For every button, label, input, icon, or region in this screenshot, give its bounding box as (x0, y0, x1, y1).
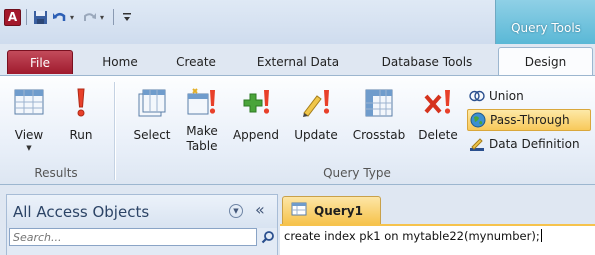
select-query-button[interactable]: Select (128, 80, 176, 160)
navigation-pane: All Access Objects ▼ « (6, 194, 278, 255)
crosstab-query-button[interactable]: Crosstab (348, 80, 410, 160)
tab-design[interactable]: Design (498, 47, 593, 76)
append-icon (243, 90, 270, 114)
run-exclamation-icon (77, 88, 85, 117)
quick-access-toolbar: A ▾ ▾ (4, 7, 135, 27)
run-button[interactable]: Run (58, 80, 104, 160)
nav-pane-title: All Access Objects (13, 203, 150, 221)
run-label: Run (69, 128, 93, 142)
view-dropdown-icon: ▼ (26, 144, 32, 152)
redo-dropdown-icon[interactable]: ▾ (100, 13, 108, 22)
update-pencil-icon (303, 90, 330, 117)
customize-qat-icon[interactable] (119, 9, 135, 25)
globe-icon (470, 112, 486, 128)
tab-database-tools[interactable]: Database Tools (368, 51, 486, 73)
crosstab-icon (365, 89, 393, 117)
datasheet-view-icon (14, 89, 44, 115)
make-table-label-line1: Make (186, 124, 218, 138)
make-table-label-line2: Table (186, 139, 218, 153)
data-definition-query-button[interactable]: Data Definition (469, 133, 580, 155)
collapse-pane-icon[interactable]: « (255, 200, 265, 219)
text-cursor (540, 229, 542, 242)
nav-search-input[interactable] (9, 228, 257, 246)
search-icon[interactable] (259, 228, 277, 246)
union-label: Union (489, 89, 524, 103)
delete-label: Delete (418, 128, 458, 142)
tab-home[interactable]: Home (92, 51, 148, 73)
pass-through-query-button[interactable]: Pass-Through (467, 109, 591, 131)
access-logo-icon[interactable]: A (4, 8, 21, 26)
select-query-icon (138, 89, 166, 117)
save-icon[interactable] (32, 9, 48, 25)
qat-separator (26, 9, 27, 25)
undo-dropdown-icon[interactable]: ▾ (70, 13, 78, 22)
tab-external-data[interactable]: External Data (243, 51, 353, 73)
crosstab-label: Crosstab (352, 128, 406, 142)
ribbon: View ▼ Run Results Select Make Table App… (0, 75, 595, 185)
tab-create[interactable]: Create (165, 51, 227, 73)
append-label: Append (232, 128, 280, 142)
redo-icon[interactable] (81, 9, 97, 25)
make-table-query-button[interactable]: Make Table (180, 80, 224, 160)
view-button[interactable]: View ▼ (6, 80, 52, 160)
pass-through-label: Pass-Through (490, 113, 570, 127)
update-label: Update (294, 128, 338, 142)
delete-x-icon (424, 90, 451, 114)
sql-editor[interactable]: create index pk1 on mytable22(mynumber); (280, 224, 595, 255)
undo-icon[interactable] (51, 9, 67, 25)
qat-separator (113, 9, 114, 25)
update-query-button[interactable]: Update (288, 80, 344, 160)
query-tools-context-header: Query Tools (495, 0, 595, 44)
title-bar: A ▾ ▾ Query Tools (0, 0, 595, 44)
sql-statement: create index pk1 on mytable22(mynumber); (284, 229, 540, 243)
make-table-icon (187, 88, 216, 115)
union-icon (469, 88, 485, 104)
tab-file[interactable]: File (7, 50, 73, 74)
union-query-button[interactable]: Union (469, 85, 524, 107)
query-type-group-label: Query Type (323, 166, 391, 180)
sql-text-line[interactable]: create index pk1 on mytable22(mynumber); (284, 229, 542, 243)
data-definition-pencil-icon (469, 136, 485, 152)
document-tab-label: Query1 (314, 203, 363, 218)
context-tab-title: Query Tools (511, 21, 581, 35)
delete-query-button[interactable]: Delete (414, 80, 462, 160)
view-label: View (14, 128, 44, 142)
select-label: Select (133, 128, 171, 142)
tab-query1[interactable]: Query1 (282, 196, 381, 224)
results-group-label: Results (34, 166, 78, 180)
group-separator (114, 82, 115, 180)
ribbon-tabs: File Home Create External Data Database … (0, 47, 595, 76)
nav-menu-dropdown-icon[interactable]: ▼ (229, 204, 243, 218)
append-query-button[interactable]: Append (228, 80, 284, 160)
sql-query-icon (291, 202, 307, 219)
data-definition-label: Data Definition (489, 137, 580, 151)
nav-pane-header[interactable]: All Access Objects ▼ « (7, 195, 277, 228)
